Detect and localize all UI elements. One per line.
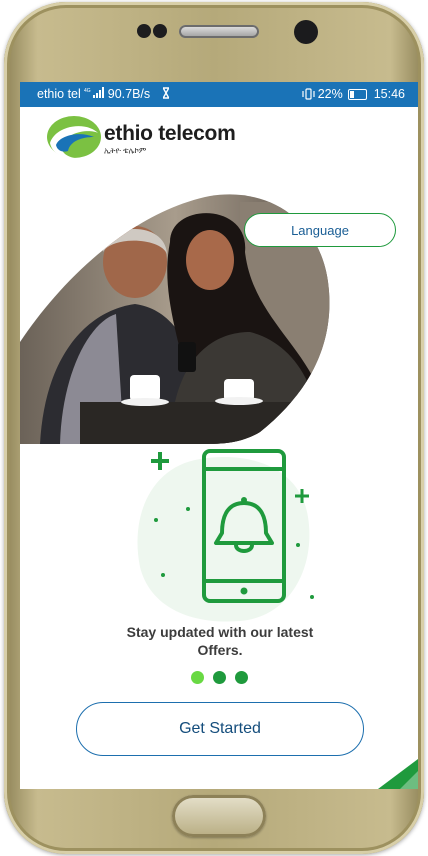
- bell-phone-icon: [137, 449, 314, 622]
- clock: 15:46: [373, 87, 405, 101]
- network-speed: 90.7B/s: [107, 87, 151, 101]
- home-button[interactable]: [172, 795, 266, 837]
- page-dot[interactable]: [213, 671, 226, 684]
- phone-frame: ethio tel 4G 90.7B/s 22% 15:46 ethio tel…: [4, 2, 424, 854]
- brand-tagline: ኢትዮ ቴሌኮም: [104, 146, 147, 155]
- page-dot[interactable]: [235, 671, 248, 684]
- sensor-dot: [153, 24, 167, 38]
- sensor-dot: [137, 24, 151, 38]
- brand-name: ethio telecom: [104, 122, 236, 145]
- network-signal-icon: 4G: [84, 87, 105, 98]
- caption-line: Offers.: [197, 642, 243, 658]
- status-bar: ethio tel 4G 90.7B/s 22% 15:46: [20, 82, 418, 107]
- earpiece-speaker: [179, 25, 259, 38]
- page-dot-active[interactable]: [191, 671, 204, 684]
- svg-text:4G: 4G: [84, 88, 91, 94]
- get-started-button[interactable]: Get Started: [76, 702, 364, 756]
- screen: ethio tel 4G 90.7B/s 22% 15:46 ethio tel…: [20, 82, 418, 789]
- ethio-telecom-logo: ethio telecom ኢትዮ ቴሌኮም: [46, 115, 236, 163]
- page-indicator: [191, 671, 248, 684]
- battery-icon: [347, 88, 367, 100]
- corner-accent: [378, 759, 418, 789]
- vibrate-icon: [302, 88, 315, 100]
- battery-percent: 22%: [317, 87, 343, 101]
- logo-swirl-icon: [47, 116, 101, 159]
- carrier-name: ethio tel: [37, 87, 81, 101]
- hourglass-icon: [162, 87, 169, 99]
- front-camera: [294, 20, 318, 44]
- onboarding-caption: Stay updated with our latest Offers.: [100, 623, 340, 659]
- language-button[interactable]: Language: [244, 213, 396, 247]
- caption-line: Stay updated with our latest: [126, 624, 314, 640]
